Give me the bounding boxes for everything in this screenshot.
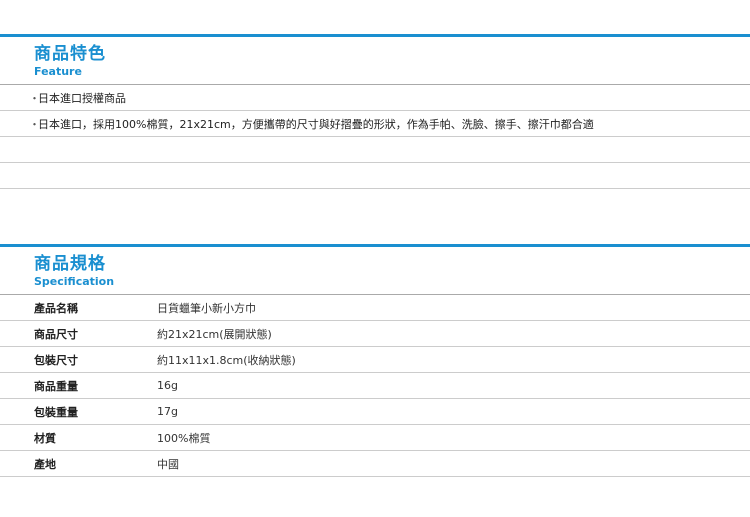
feature-item-text: 日本進口，採用100%棉質，21x21cm，方便攜帶的尺寸與好摺疊的形狀，作為手… [38,117,594,131]
spec-row-package-size: 包裝尺寸 約11x11x1.8cm(收納狀態) [0,347,750,373]
feature-item: ・日本進口授權商品 [0,85,750,111]
feature-item-empty [0,163,750,189]
bullet-icon: ・ [29,117,40,131]
spec-heading: 商品規格 Specification [0,247,750,294]
spec-subtitle: Specification [34,275,115,288]
spec-row-product-size: 商品尺寸 約21x21cm(展開狀態) [0,321,750,347]
spec-value: 中國 [157,457,179,471]
feature-item: ・日本進口，採用100%棉質，21x21cm，方便攜帶的尺寸與好摺疊的形狀，作為… [0,111,750,137]
spec-row-package-weight: 包裝重量 17g [0,399,750,425]
spec-label: 材質 [34,431,56,445]
spec-value: 100%棉質 [157,431,211,445]
spec-label: 商品尺寸 [34,327,78,341]
feature-subtitle: Feature [34,65,82,78]
feature-section: 商品特色 Feature ・日本進口授權商品 ・日本進口，採用100%棉質，21… [0,34,750,189]
feature-item-empty [0,137,750,163]
spec-value: 日貨蠟筆小新小方巾 [157,301,256,315]
spec-value: 17g [157,405,178,418]
spec-label: 產地 [34,457,56,471]
feature-title: 商品特色 [34,44,106,64]
spec-value: 約21x21cm(展開狀態) [157,327,272,341]
feature-item-text: 日本進口授權商品 [38,91,126,105]
spec-value: 16g [157,379,178,392]
spec-label: 包裝重量 [34,405,78,419]
spec-label: 產品名稱 [34,301,78,315]
spec-title: 商品規格 [34,254,106,274]
spec-row-origin: 產地 中國 [0,451,750,477]
feature-heading: 商品特色 Feature [0,37,750,84]
spec-row-material: 材質 100%棉質 [0,425,750,451]
bullet-icon: ・ [29,91,40,105]
spec-row-product-weight: 商品重量 16g [0,373,750,399]
spec-label: 包裝尺寸 [34,353,78,367]
spec-row-product-name: 產品名稱 日貨蠟筆小新小方巾 [0,295,750,321]
spec-label: 商品重量 [34,379,78,393]
spec-section: 商品規格 Specification 產品名稱 日貨蠟筆小新小方巾 商品尺寸 約… [0,244,750,477]
spec-value: 約11x11x1.8cm(收納狀態) [157,353,296,367]
